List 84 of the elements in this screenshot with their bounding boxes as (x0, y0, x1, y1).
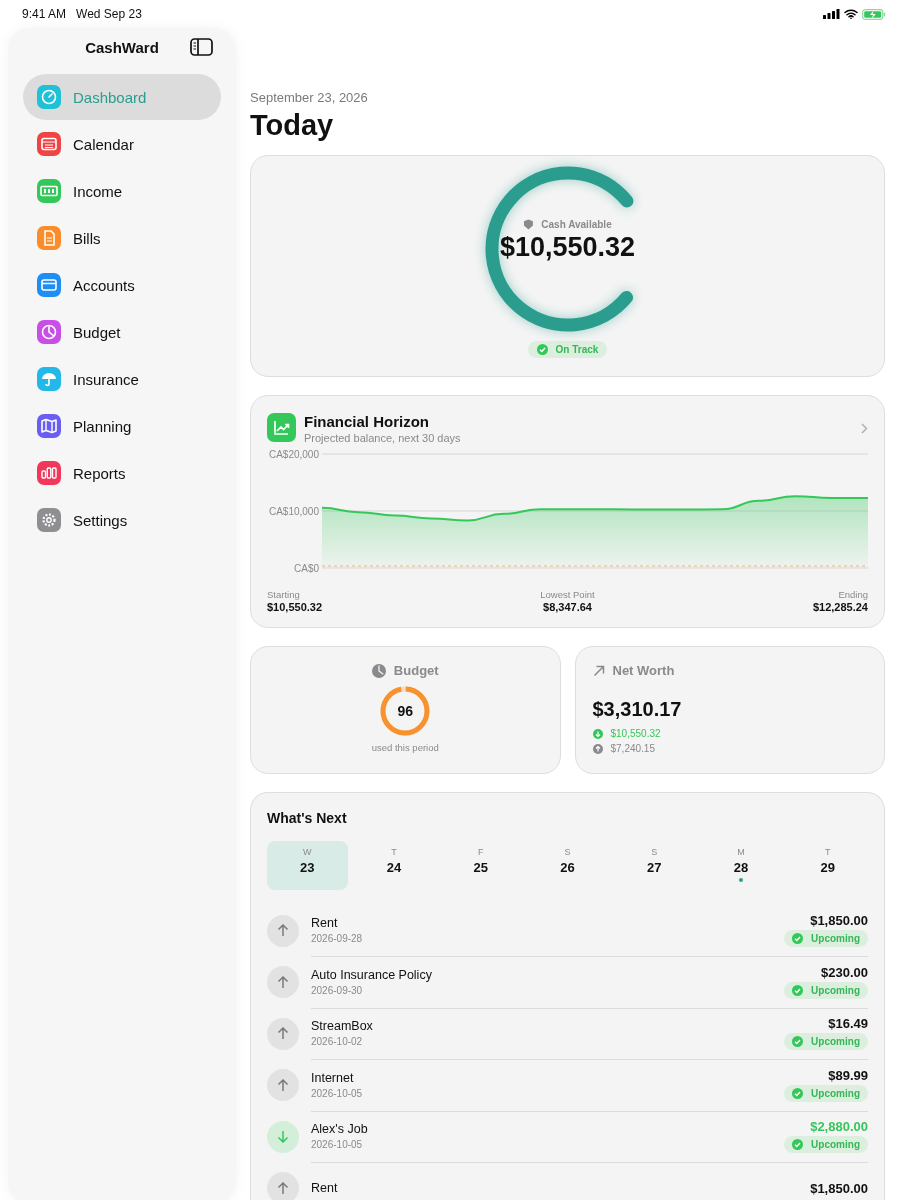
status-text: On Track (555, 344, 599, 355)
item-amount: $16.49 (828, 1016, 868, 1032)
stat-label: Starting (267, 589, 301, 600)
budget-card[interactable]: Budget 96 used this period (250, 646, 561, 774)
net-worth-amount: $3,310.17 (592, 698, 683, 721)
battery-charging-icon (862, 8, 886, 20)
axis-label: CA$20,000 (268, 449, 319, 460)
arrow-down-circle-icon (592, 728, 603, 739)
status-time: 9:41 AM (22, 7, 67, 21)
item-date: 2026-09-28 (311, 933, 363, 945)
page-title: Today (250, 109, 335, 142)
item-amount: $1,850.00 (810, 913, 868, 929)
status-badge: Upcoming (784, 1033, 868, 1051)
arrow-down-icon (267, 1120, 299, 1153)
sidebar-item[interactable]: Calendar (23, 121, 221, 167)
item-name: Auto Insurance Policy (311, 967, 432, 982)
card-title: Budget (393, 663, 439, 678)
net-worth-line: $7,240.15 (610, 743, 655, 754)
trend-chart-icon (267, 413, 296, 442)
card-subtitle: Projected balance, next 30 days (304, 432, 461, 444)
wifi-icon (844, 9, 858, 19)
card-title: What's Next (267, 810, 348, 826)
arrow-up-icon (267, 914, 299, 947)
axis-label: CA$10,000 (268, 506, 319, 517)
item-name: Rent (311, 1181, 338, 1196)
item-amount: $230.00 (821, 964, 868, 980)
arrow-up-right-icon (592, 664, 605, 677)
status-badge: Upcoming (784, 1084, 868, 1102)
item-date: 2026-10-05 (311, 1087, 363, 1099)
sidebar-item[interactable]: Insurance (23, 356, 221, 402)
sidebar-item[interactable]: Planning (23, 403, 221, 449)
item-name: Alex's Job (311, 1122, 368, 1137)
arrow-up-icon (267, 966, 299, 999)
sidebar-item[interactable]: Accounts (23, 262, 221, 308)
item-date: 2026-09-30 (311, 984, 364, 996)
day-tab[interactable]: M 28 (700, 841, 782, 890)
day-tab[interactable]: S 26 (527, 841, 608, 890)
check-circle-icon (536, 344, 548, 355)
item-amount: $89.99 (828, 1067, 868, 1083)
day-tab[interactable]: T 29 (787, 841, 868, 890)
stat-value: $12,285.24 (812, 601, 868, 613)
cash-label: Cash Available (541, 219, 612, 230)
item-name: Rent (311, 916, 339, 931)
budget-value: 96 (397, 703, 414, 719)
net-worth-card[interactable]: Net Worth $3,310.17 $10,550.32 $7,240.15 (574, 646, 885, 774)
chevron-right-icon (861, 423, 868, 434)
signal-icon (823, 9, 840, 19)
cash-amount: $10,550.32 (499, 232, 636, 263)
status-date: Wed Sep 23 (76, 7, 142, 21)
day-tab[interactable]: S 27 (613, 841, 695, 890)
arrow-up-circle-icon (592, 743, 603, 754)
net-worth-line: $10,550.32 (610, 728, 661, 739)
item-date: 2026-10-02 (311, 1036, 364, 1048)
sidebar-toggle-icon[interactable] (190, 38, 213, 56)
item-amount: $1,850.00 (810, 1180, 868, 1196)
day-tab[interactable]: T 24 (353, 841, 435, 890)
sidebar-item[interactable]: Settings (23, 497, 221, 543)
sidebar-item[interactable]: Budget (23, 309, 221, 355)
day-tab[interactable]: W 23 (267, 841, 348, 890)
app-title: CashWard (85, 38, 159, 56)
item-amount: $2,880.00 (810, 1119, 868, 1135)
sidebar-item[interactable]: Income (23, 168, 221, 214)
day-tab[interactable]: F 25 (440, 841, 522, 890)
card-title: Financial Horizon (304, 413, 430, 430)
status-badge: Upcoming (784, 930, 868, 948)
item-name: Internet (311, 1070, 355, 1085)
status-badge: Upcoming (784, 981, 868, 999)
horizon-card[interactable]: Financial Horizon Projected balance, next 30 days CA$20,000 CA$10,000 CA$0 Starting $10,550.32 Lowest Point $8,347.64 Ending $12,285.24 (250, 395, 885, 628)
status-badge: Upcoming (784, 1136, 868, 1154)
item-name: StreamBox (311, 1019, 373, 1034)
shield-icon (523, 219, 534, 230)
stat-value: $8,347.64 (543, 601, 592, 613)
item-date: 2026-10-05 (311, 1139, 364, 1151)
sidebar-item[interactable]: Bills (23, 215, 221, 261)
card-title: Net Worth (612, 663, 675, 678)
arrow-up-icon (267, 1017, 299, 1050)
stat-label: Ending (838, 589, 868, 600)
axis-label: CA$0 (294, 563, 319, 574)
stat-label: Lowest Point (540, 589, 595, 600)
arrow-up-icon (267, 1069, 299, 1102)
stat-value: $10,550.32 (267, 601, 323, 613)
budget-caption: used this period (371, 742, 439, 753)
date-label: September 23, 2026 (250, 90, 369, 105)
sidebar-item[interactable]: Reports (23, 450, 221, 496)
